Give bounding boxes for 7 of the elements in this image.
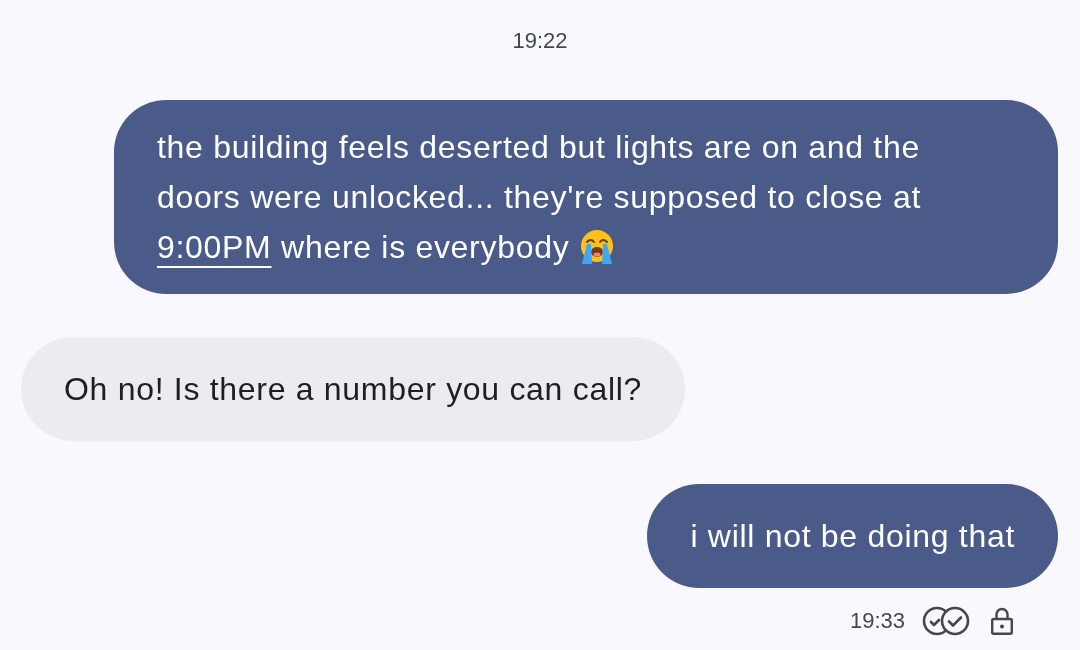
message-text: Oh no! Is there a number you can call? <box>64 370 643 409</box>
time-link[interactable]: 9:00PM <box>157 229 272 265</box>
crying-face-icon <box>578 229 615 265</box>
message-text: the building feels deserted but lights are on and the doors were unlocked... they're supposed to close at 9:00PM where is everybody <box>157 128 922 267</box>
sent-time: 19:33 <box>849 607 905 635</box>
time-label: 19:22 <box>512 27 568 55</box>
message-text: i will not be doing that <box>690 517 1015 556</box>
